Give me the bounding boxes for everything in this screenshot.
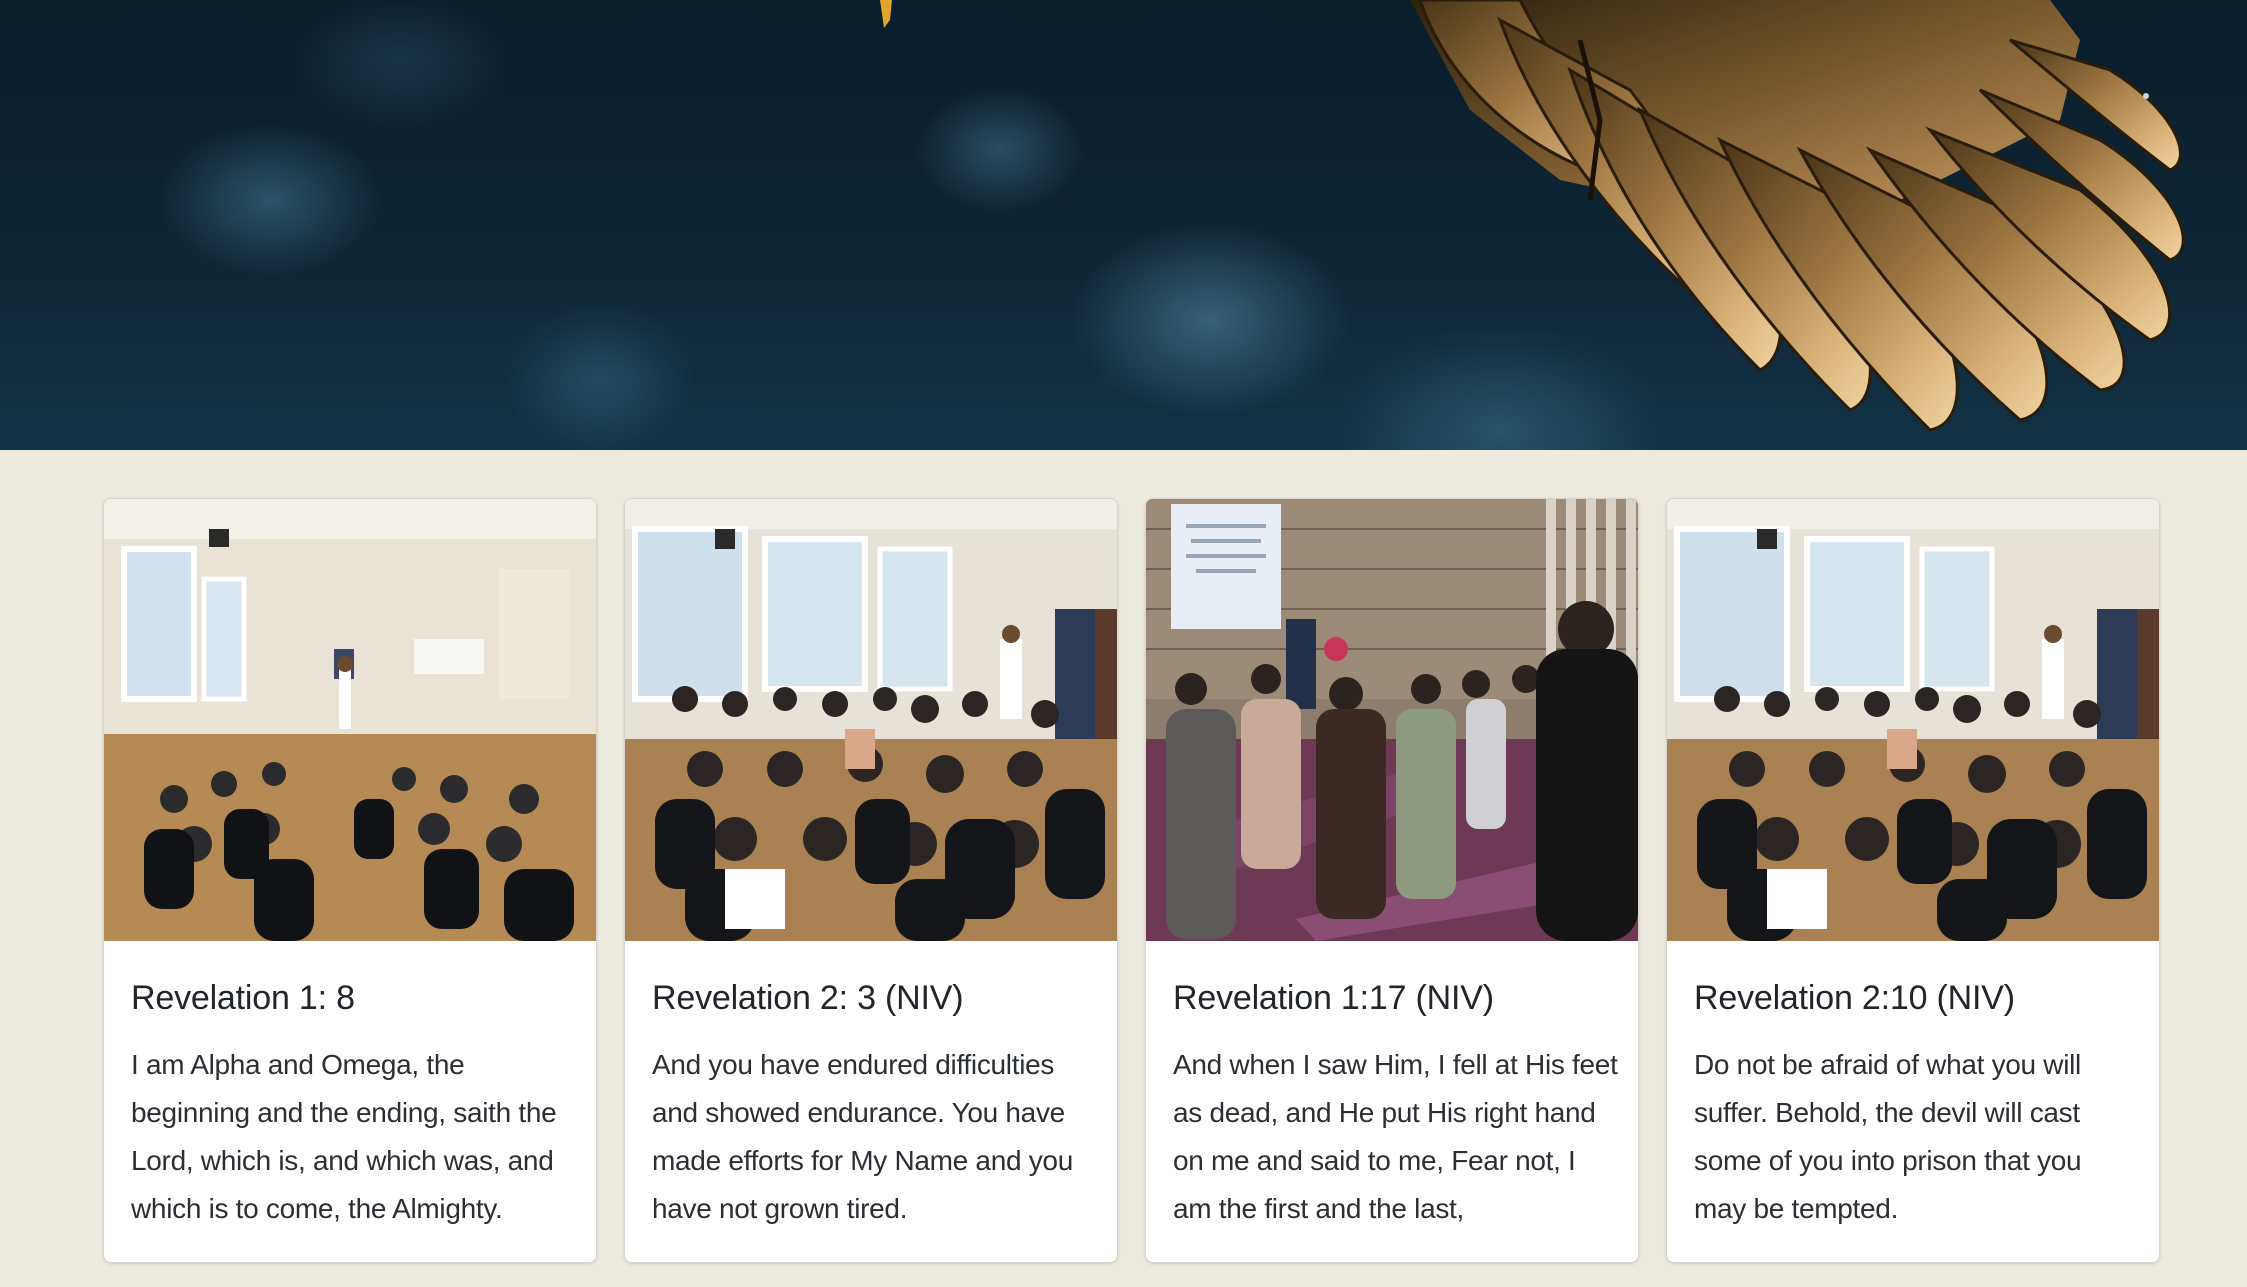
card-title: Revelation 2:10 (NIV) [1694, 979, 2015, 1017]
card-text: Do not be afraid of what you will suffer… [1694, 1049, 2082, 1224]
verse-card[interactable]: Revelation 2: 3 (NIV) And you have endur… [624, 498, 1118, 1263]
church-gathering-photo [625, 499, 1117, 941]
church-gathering-photo [104, 499, 596, 941]
church-gathering-photo [1667, 499, 2159, 941]
card-text: And when I saw Him, I fell at His feet a… [1173, 1049, 1618, 1224]
card-text: And you have endured difficulties and sh… [652, 1049, 1073, 1224]
eagle-wing-icon [880, 0, 2185, 432]
verse-card[interactable]: Revelation 2:10 (NIV) Do not be afraid o… [1666, 498, 2160, 1263]
card-title: Revelation 1:17 (NIV) [1173, 979, 1494, 1017]
card-text: I am Alpha and Omega, the beginning and … [131, 1049, 557, 1224]
church-worship-photo [1146, 499, 1638, 941]
card-title: Revelation 1: 8 [131, 979, 355, 1017]
verse-card[interactable]: Revelation 1: 8 I am Alpha and Omega, th… [103, 498, 597, 1263]
card-title: Revelation 2: 3 (NIV) [652, 979, 964, 1017]
verse-card[interactable]: Revelation 1:17 (NIV) And when I saw Him… [1145, 498, 1639, 1263]
verse-cards: Revelation 1: 8 I am Alpha and Omega, th… [103, 498, 2160, 1263]
hero-banner [0, 0, 2247, 450]
